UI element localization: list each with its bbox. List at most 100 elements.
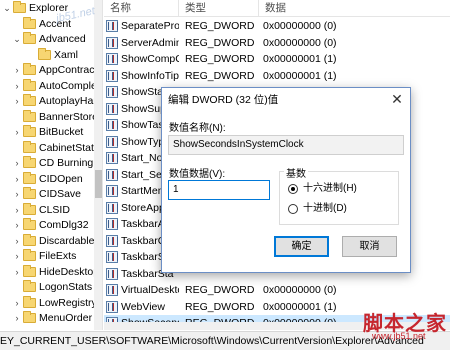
value-type-cell: REG_DWORD bbox=[185, 53, 255, 65]
reg-dword-icon bbox=[106, 152, 118, 164]
value-row[interactable]: SeparateProce... REG_DWORD 0x00000000 (0) bbox=[104, 18, 450, 34]
folder-icon bbox=[23, 202, 36, 215]
tree-item-label: Xaml bbox=[54, 48, 78, 61]
dec-radio-button[interactable] bbox=[288, 204, 298, 214]
column-header-data[interactable]: 数据 bbox=[259, 0, 450, 17]
tree-item[interactable]: LogonStats bbox=[0, 280, 94, 295]
chevron-right-icon[interactable]: › bbox=[12, 218, 22, 233]
folder-icon bbox=[23, 233, 36, 246]
tree-item[interactable]: › AppContract bbox=[0, 63, 98, 78]
folder-icon bbox=[23, 295, 36, 308]
tree-item[interactable]: › MenuOrder bbox=[0, 311, 94, 326]
chevron-right-icon[interactable]: › bbox=[12, 94, 22, 109]
folder-icon bbox=[23, 171, 36, 184]
tree-item-label: FileExts bbox=[39, 250, 77, 262]
tree-item[interactable]: CabinetState bbox=[0, 140, 100, 156]
reg-dword-icon bbox=[106, 201, 118, 214]
chevron-right-icon[interactable]: › bbox=[12, 249, 22, 264]
tree-item-label: BitBucket bbox=[39, 126, 84, 138]
tree-item[interactable]: › HideDesktopI bbox=[0, 264, 102, 280]
folder-icon bbox=[23, 78, 36, 91]
chevron-right-icon[interactable]: › bbox=[12, 234, 22, 249]
dialog-title: 编辑 DWORD (32 位)值 bbox=[168, 94, 279, 106]
tree-item[interactable]: › Discardable bbox=[0, 233, 94, 249]
reg-dword-icon bbox=[106, 267, 118, 280]
column-header-name[interactable]: 名称 bbox=[104, 0, 179, 17]
tree-item-label: CLSID bbox=[39, 203, 70, 216]
folder-icon bbox=[23, 156, 36, 168]
scrollbar-thumb[interactable] bbox=[95, 170, 102, 198]
tree-item[interactable]: › CD Burning bbox=[0, 156, 94, 171]
tree-vertical-scrollbar[interactable] bbox=[94, 0, 102, 330]
cancel-button[interactable]: 取消 bbox=[342, 236, 397, 257]
folder-icon bbox=[23, 63, 36, 75]
value-data-input[interactable]: 1 bbox=[168, 180, 270, 200]
value-name-field: ShowSecondsInSystemClock bbox=[168, 135, 404, 155]
base-label: 基数 bbox=[284, 165, 308, 180]
reg-dword-icon bbox=[106, 20, 118, 32]
tree-item[interactable]: › CIDOpen bbox=[0, 171, 94, 187]
chevron-right-icon[interactable]: › bbox=[12, 63, 22, 78]
hex-radio-button[interactable] bbox=[288, 184, 298, 194]
value-name-cell: ShowCompCol... bbox=[121, 53, 179, 65]
value-name-label: 数值名称(N): bbox=[169, 123, 226, 134]
dialog-titlebar[interactable]: 编辑 DWORD (32 位)值 ✕ bbox=[162, 88, 410, 110]
tree-item[interactable]: › AutoplayHand bbox=[0, 94, 102, 109]
chevron-right-icon[interactable]: › bbox=[12, 79, 22, 94]
column-header-type[interactable]: 类型 bbox=[179, 0, 259, 17]
tree-item-label: CD Burning bbox=[39, 157, 94, 169]
folder-icon bbox=[23, 280, 36, 292]
tree-item-label: AppContract bbox=[39, 64, 98, 76]
reg-dword-icon bbox=[106, 251, 118, 263]
reg-dword-icon bbox=[106, 135, 118, 148]
tree-item-label: HideDesktopI bbox=[39, 265, 103, 278]
chevron-right-icon[interactable]: › bbox=[12, 296, 22, 311]
value-row[interactable]: ServerAdminUI REG_DWORD 0x00000000 (0) bbox=[104, 35, 450, 51]
chevron-right-icon[interactable]: › bbox=[12, 172, 22, 187]
value-row[interactable]: ShowInfoTip REG_DWORD 0x00000001 (1) bbox=[104, 68, 450, 84]
folder-icon bbox=[23, 249, 36, 261]
chevron-right-icon[interactable]: › bbox=[12, 265, 22, 280]
value-name-cell: ShowInfoTip bbox=[121, 69, 179, 82]
value-type-cell: REG_DWORD bbox=[185, 284, 255, 296]
key-tree[interactable]: ⌄ Explorer Accent ⌄ Advanced Xaml › AppContract… bbox=[0, 0, 103, 330]
value-row[interactable]: VirtualDeskto... REG_DWORD 0x00000000 (0) bbox=[104, 282, 450, 298]
value-data-cell: 0x00000000 (0) bbox=[263, 20, 337, 32]
chevron-right-icon[interactable]: › bbox=[12, 311, 22, 326]
edit-dword-dialog: 编辑 DWORD (32 位)值 ✕ 数值名称(N): ShowSecondsI… bbox=[161, 87, 411, 273]
folder-icon bbox=[23, 94, 36, 106]
tree-item-label: CIDOpen bbox=[39, 172, 83, 185]
chevron-right-icon[interactable]: › bbox=[12, 156, 22, 171]
value-type-cell: REG_DWORD bbox=[185, 300, 255, 313]
tree-item-label: CabinetState bbox=[39, 141, 100, 154]
tree-item[interactable]: ⌄ Advanced bbox=[0, 32, 94, 47]
reg-dword-icon bbox=[106, 102, 118, 115]
chevron-down-icon[interactable]: ⌄ bbox=[2, 1, 12, 16]
tree-item[interactable]: BannerStore bbox=[0, 109, 98, 125]
tree-item[interactable]: › CLSID bbox=[0, 202, 94, 218]
close-icon[interactable]: ✕ bbox=[388, 90, 406, 108]
tree-item[interactable]: › AutoComplete bbox=[0, 78, 102, 94]
tree-item[interactable]: › FileExts bbox=[0, 249, 94, 264]
tree-item-label: BannerStore bbox=[39, 110, 98, 123]
folder-icon bbox=[13, 1, 26, 13]
tree-item[interactable]: › CIDSave bbox=[0, 187, 94, 202]
reg-dword-icon bbox=[106, 86, 118, 98]
tree-item[interactable]: › LowRegistry bbox=[0, 295, 97, 311]
chevron-right-icon[interactable]: › bbox=[12, 187, 22, 202]
value-name-cell: SeparateProce... bbox=[121, 20, 179, 32]
value-row[interactable]: ShowCompCol... REG_DWORD 0x00000001 (1) bbox=[104, 51, 450, 67]
ok-button[interactable]: 确定 bbox=[274, 236, 329, 257]
tree-item[interactable]: Xaml bbox=[0, 47, 94, 63]
tree-item[interactable]: › BitBucket bbox=[0, 125, 94, 140]
chevron-right-icon[interactable]: › bbox=[12, 125, 22, 140]
reg-dword-icon bbox=[106, 284, 118, 296]
base-groupbox: 基数 十六进制(H) 十进制(D) bbox=[279, 165, 399, 225]
reg-dword-icon bbox=[106, 300, 118, 313]
tree-item[interactable]: › ComDlg32 bbox=[0, 218, 94, 233]
folder-icon bbox=[23, 125, 36, 137]
watermark-url: www.jb51.net bbox=[372, 331, 426, 341]
tree-item-label: CIDSave bbox=[39, 188, 82, 200]
chevron-right-icon[interactable]: › bbox=[12, 203, 22, 218]
chevron-down-icon[interactable]: ⌄ bbox=[12, 32, 22, 47]
